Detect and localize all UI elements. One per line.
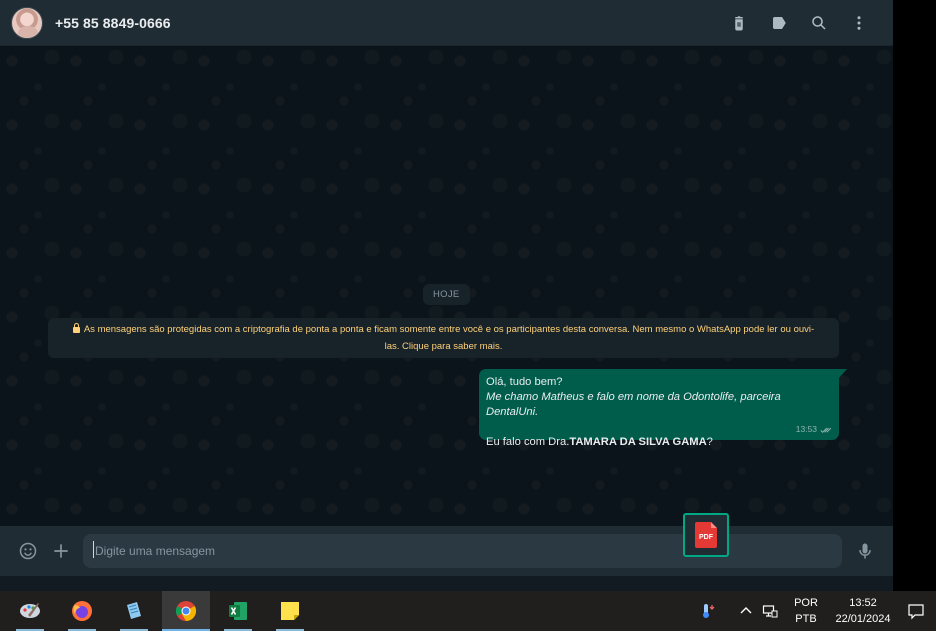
clock-date: 22/01/2024: [835, 613, 891, 625]
firefox-icon[interactable]: [58, 591, 106, 631]
message-line: Olá, tudo bem?: [486, 376, 563, 388]
message-time: 13:53: [795, 424, 817, 434]
chrome-icon[interactable]: [162, 591, 210, 631]
background-strip: [893, 0, 936, 591]
more-icon[interactable]: [839, 3, 879, 43]
encryption-notice[interactable]: As mensagens são protegidas com a cripto…: [48, 318, 839, 358]
search-icon[interactable]: [799, 3, 839, 43]
lock-icon: [72, 323, 80, 333]
whatsapp-window: +55 85 8849-0666 HOJE As mensagens são p…: [0, 0, 893, 576]
clock-time: 13:52: [849, 597, 877, 609]
clock[interactable]: 13:52 22/01/2024: [830, 595, 896, 627]
date-chip: HOJE: [423, 284, 470, 305]
paint-icon[interactable]: [6, 591, 54, 631]
message-text-bold: TAMARA DA SILVA GAMA: [569, 436, 707, 448]
emoji-icon[interactable]: [16, 539, 40, 563]
chevron-up-icon[interactable]: [734, 591, 758, 631]
chat-header: +55 85 8849-0666: [0, 0, 893, 46]
text-caret: [93, 541, 94, 558]
message-line: Me chamo Matheus e falo em nome da Odont…: [486, 391, 781, 418]
pdf-label: PDF: [699, 533, 713, 541]
pdf-attachment[interactable]: PDF: [683, 513, 729, 557]
compose-bar: [0, 526, 893, 576]
double-check-icon: [820, 427, 832, 433]
language-code: POR: [794, 597, 818, 609]
microphone-icon[interactable]: [853, 539, 877, 563]
keyboard-layout: PTB: [795, 613, 817, 625]
notepad-icon[interactable]: [110, 591, 158, 631]
label-icon[interactable]: [759, 3, 799, 43]
message-meta: 13:53: [796, 422, 832, 437]
windows-taskbar: POR PTB 13:52 22/01/2024: [0, 591, 936, 631]
encryption-notice-text: As mensagens são protegidas com a cripto…: [83, 324, 815, 352]
sticky-notes-icon[interactable]: [266, 591, 314, 631]
contact-name[interactable]: +55 85 8849-0666: [55, 15, 171, 31]
message-text: Eu falo com Dra.: [486, 436, 570, 448]
outgoing-message[interactable]: Olá, tudo bem? Me chamo Matheus e falo e…: [479, 369, 847, 448]
attach-plus-icon[interactable]: [49, 539, 73, 563]
message-text: ?: [706, 436, 713, 448]
message-line: Eu falo com Dra.TAMARA DA SILVA GAMA?: [486, 435, 832, 450]
header-actions: [719, 3, 879, 43]
system-tray: POR PTB 13:52 22/01/2024: [692, 591, 936, 631]
delete-icon[interactable]: [719, 3, 759, 43]
pdf-file-icon: PDF: [695, 522, 717, 548]
notification-icon[interactable]: [896, 591, 936, 631]
background-strip: [0, 576, 893, 591]
thermometer-icon[interactable]: [692, 591, 722, 631]
language-indicator[interactable]: POR PTB: [788, 595, 824, 627]
excel-icon[interactable]: [214, 591, 262, 631]
network-icon[interactable]: [758, 591, 782, 631]
contact-avatar[interactable]: [11, 6, 43, 39]
